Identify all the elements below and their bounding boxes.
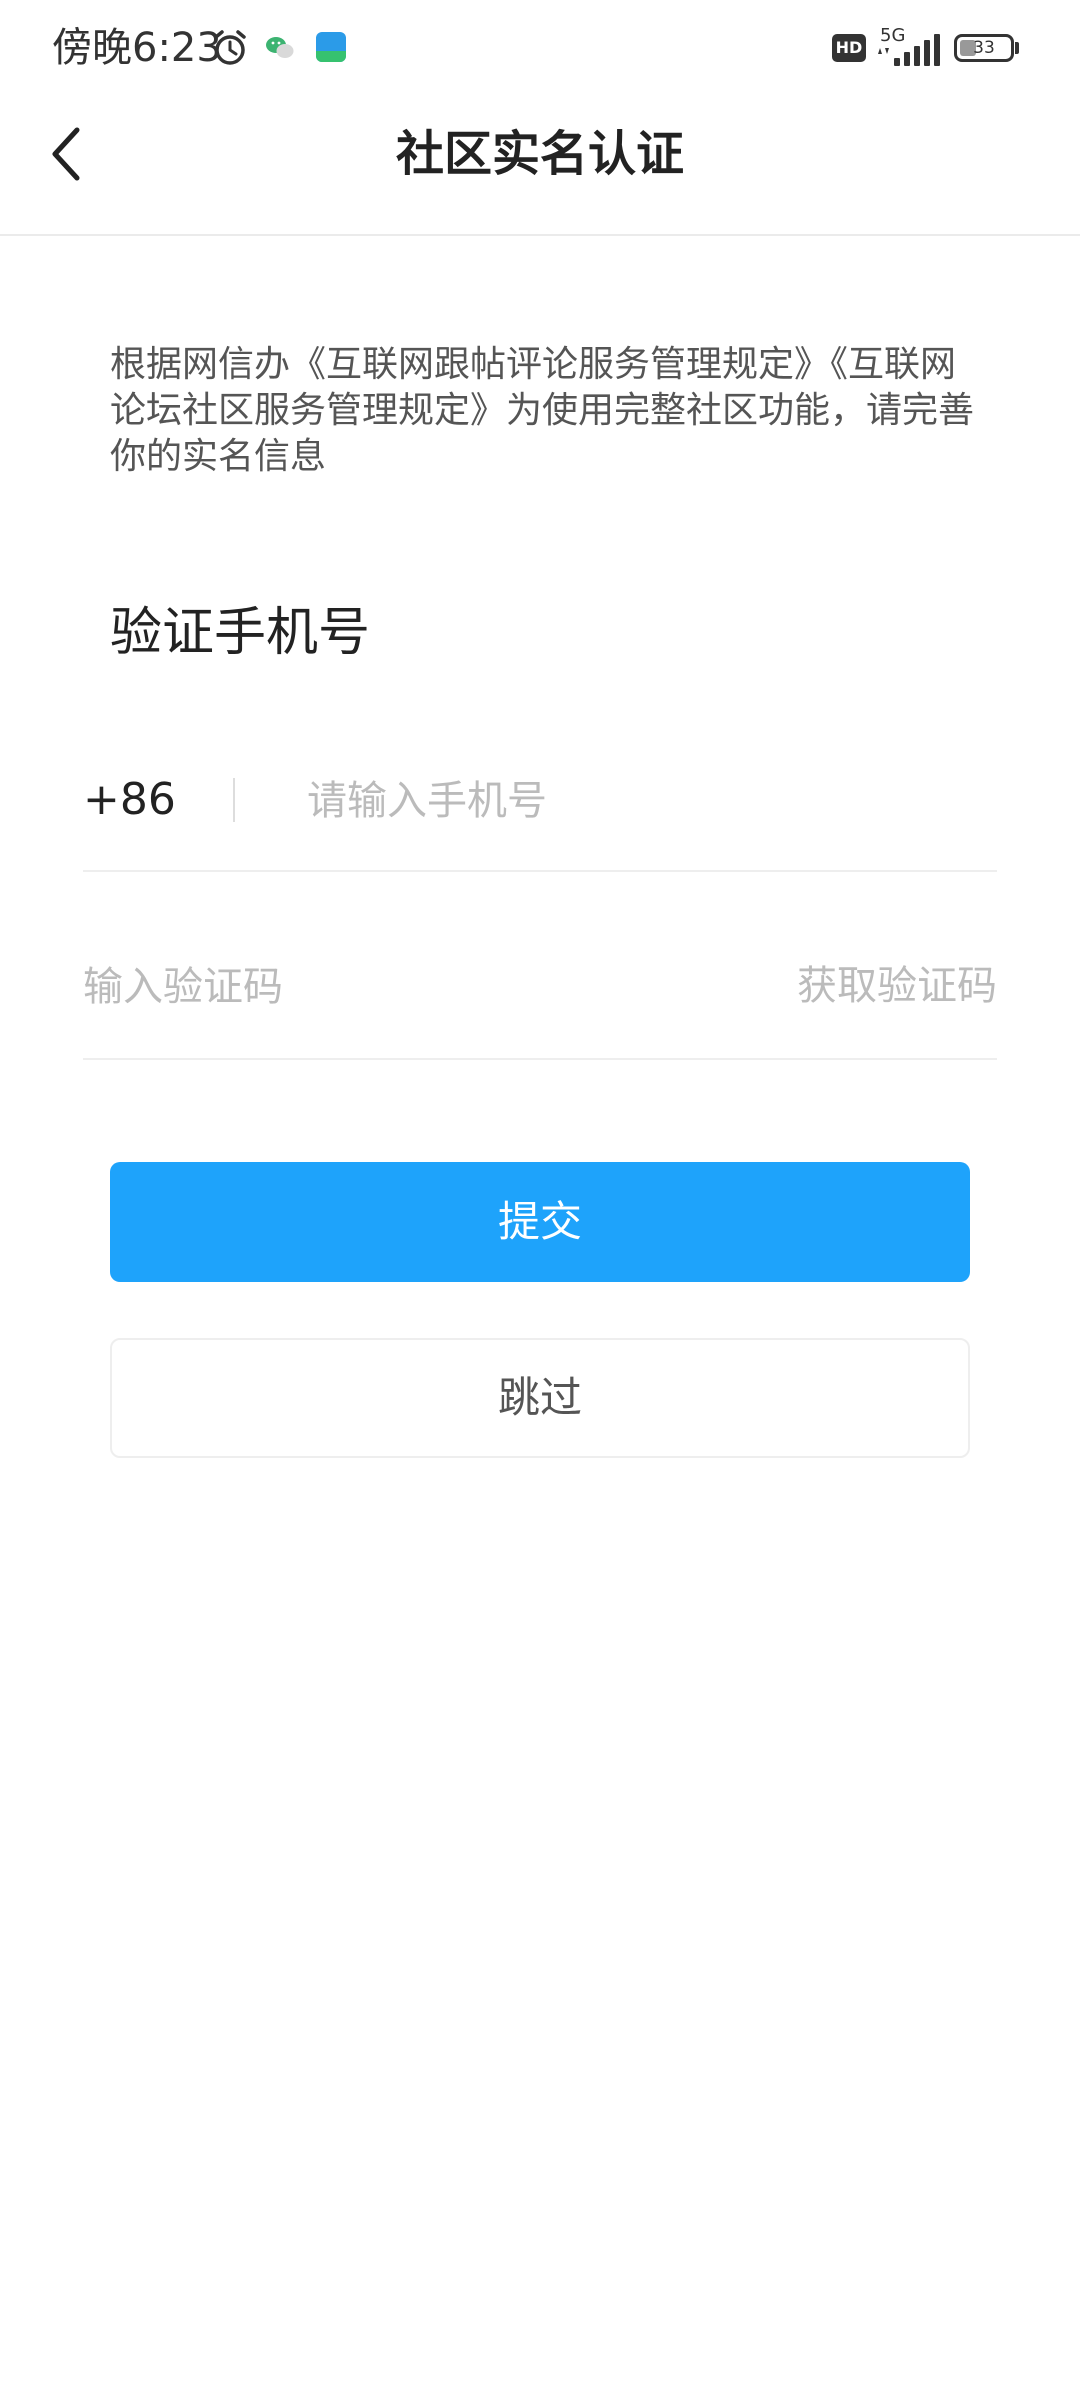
verify-phone-heading: 验证手机号 bbox=[110, 603, 371, 663]
real-name-notice: 根据网信办《互联网跟帖评论服务管理规定》《互联网论坛社区服务管理规定》为使用完整… bbox=[110, 344, 975, 477]
app-notification-icon bbox=[316, 32, 346, 62]
phone-row: +86 bbox=[83, 752, 997, 872]
wechat-icon bbox=[266, 37, 294, 58]
code-row: 获取验证码 bbox=[83, 940, 997, 1060]
skip-button[interactable]: 跳过 bbox=[110, 1338, 970, 1458]
battery-tip bbox=[1015, 42, 1019, 54]
battery-icon: 33 bbox=[954, 34, 1014, 62]
hd-icon: HD bbox=[832, 34, 866, 62]
page-title: 社区实名认证 bbox=[395, 126, 684, 182]
signal-icon bbox=[878, 34, 940, 66]
alarm-icon bbox=[214, 30, 246, 65]
status-time: 傍晚6:23 bbox=[52, 25, 222, 71]
phone-input[interactable] bbox=[307, 766, 987, 836]
country-code[interactable]: +86 bbox=[83, 770, 176, 830]
title-bar: 社区实名认证 bbox=[0, 96, 1080, 236]
verification-code-input[interactable] bbox=[83, 952, 643, 1022]
status-bar: 傍晚6:23 HD 5G 33 bbox=[0, 0, 1080, 96]
get-code-button[interactable]: 获取验证码 bbox=[797, 954, 997, 1018]
submit-button[interactable]: 提交 bbox=[110, 1162, 970, 1282]
battery-level: 33 bbox=[973, 38, 995, 58]
phone-divider bbox=[233, 778, 235, 822]
